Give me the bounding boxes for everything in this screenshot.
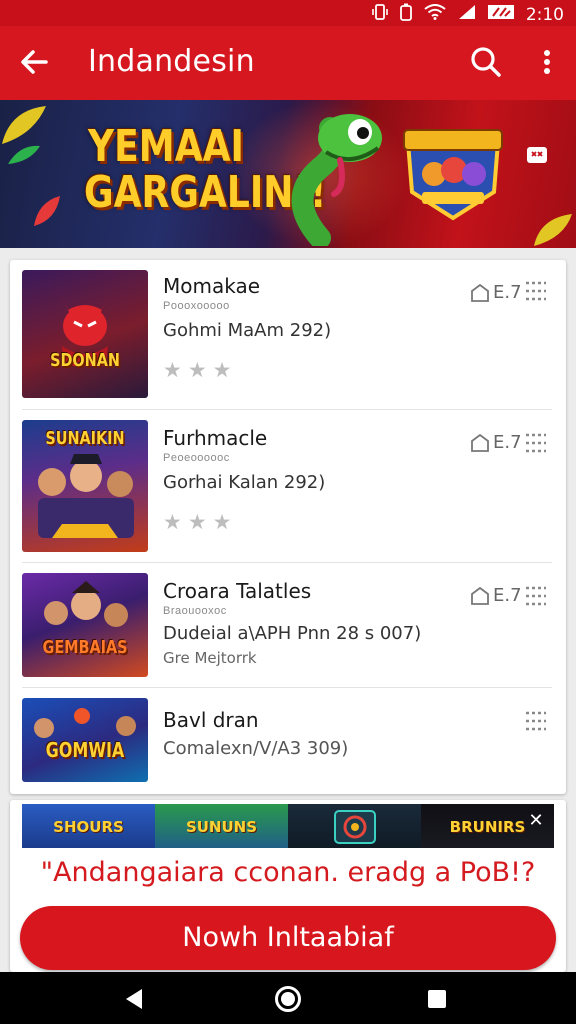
leaf-decoration-icon [2, 106, 46, 164]
list-item[interactable]: SDONAN Momakae Poooxooooo Gohmi MaAm 292… [10, 260, 566, 410]
snake-mascot-icon [291, 114, 382, 246]
ad-banner: SHOURS SUNUNS BRUNIRS ✕ "Andangaiara cco… [10, 800, 566, 972]
home-outline-icon [471, 586, 489, 605]
ad-tile [288, 804, 421, 850]
star-icon: ★ [212, 359, 232, 382]
system-nav-bar [0, 972, 576, 1024]
target-emblem-icon [333, 810, 376, 844]
rating-stars: ★ ★ ★ [163, 510, 231, 535]
warriors-group-icon [44, 581, 128, 627]
ad-prompt-text: "Andangaiara cconan. eradg a PoB!? [10, 848, 566, 898]
app-publisher: Gre Mejtorrk [163, 649, 257, 667]
app-list: SDONAN Momakae Poooxooooo Gohmi MaAm 292… [10, 260, 566, 794]
list-item[interactable]: SUNAIKIN Furhmacle Peoeoooooc Gorhai Kal… [10, 410, 566, 563]
leaf-decoration-icon [34, 196, 60, 226]
nav-home-icon[interactable] [275, 986, 301, 1012]
battery-saver-icon [399, 3, 412, 26]
size-indicator: E.7 [470, 585, 522, 606]
item-menu-icon[interactable] [524, 432, 548, 454]
signal-icon [458, 4, 476, 25]
app-title: Furhmacle [163, 426, 268, 450]
install-button[interactable]: Nowh Inltaabiaf [20, 906, 556, 970]
app-title: Bavl dran [163, 708, 259, 732]
size-indicator: E.7 [470, 282, 522, 303]
game-emblem-icon [403, 129, 503, 221]
banner-title: YEMAAI GARGALIN!! [84, 121, 327, 219]
page-title: Indandesin [88, 44, 255, 79]
vibrate-icon [372, 4, 388, 25]
more-options-button[interactable] [532, 42, 562, 82]
app-subtitle: Braouooxoc [163, 605, 227, 617]
app-bar: Indandesin [0, 26, 576, 100]
app-title: Croara Talatles [163, 579, 312, 603]
wifi-icon [424, 4, 446, 25]
item-menu-icon[interactable] [524, 585, 548, 607]
heroes-group-icon [38, 454, 134, 538]
item-menu-icon[interactable] [524, 710, 548, 732]
app-description: Dudeial a\APH Pnn 28 s 007) [163, 623, 422, 644]
app-description: Gohmi MaAm 292) [163, 320, 332, 341]
star-icon: ★ [187, 511, 207, 534]
ad-image-strip[interactable]: SHOURS SUNUNS BRUNIRS [22, 804, 554, 850]
status-bar: 2:10 [0, 0, 576, 26]
search-icon [471, 47, 501, 77]
star-icon: ★ [163, 359, 182, 382]
ad-badge-icon[interactable] [526, 146, 548, 164]
app-subtitle: Poooxooooo [163, 300, 230, 312]
arrow-left-icon [21, 50, 48, 74]
nav-recents-icon[interactable] [428, 990, 446, 1008]
search-button[interactable] [466, 42, 506, 82]
app-description: Gorhai Kalan 292) [163, 472, 326, 493]
more-vert-icon [544, 50, 550, 74]
list-item[interactable]: GEMBAIAS Croara Talatles Braouooxoc Dude… [10, 563, 566, 688]
app-thumbnail: GOMWIA [22, 698, 148, 782]
app-subtitle: Peoeoooooc [163, 452, 230, 464]
home-outline-icon [471, 433, 489, 452]
promo-banner[interactable]: YEMAAI GARGALIN!! [0, 100, 576, 248]
app-thumbnail: SDONAN [22, 270, 148, 398]
app-thumbnail: SUNAIKIN [22, 420, 148, 552]
status-time: 2:10 [525, 4, 564, 25]
leaf-decoration-icon [534, 214, 572, 246]
app-thumbnail: GEMBAIAS [22, 573, 148, 677]
app-title: Momakae [163, 274, 261, 298]
rating-stars: ★ ★ ★ [163, 358, 231, 383]
star-icon: ★ [187, 359, 207, 382]
star-icon: ★ [163, 511, 182, 534]
close-icon[interactable]: ✕ [524, 808, 548, 832]
ad-tile: SHOURS [22, 804, 155, 850]
app-description: Comalexn/V/A3 309) [163, 738, 349, 759]
network-badge-icon [487, 4, 514, 25]
item-menu-icon[interactable] [524, 280, 548, 302]
home-outline-icon [471, 283, 489, 302]
devil-mascot-icon [60, 292, 110, 366]
list-item[interactable]: GOMWIA Bavl dran Comalexn/V/A3 309) [10, 688, 566, 794]
star-icon: ★ [212, 511, 232, 534]
back-button[interactable] [14, 42, 54, 82]
size-indicator: E.7 [470, 432, 522, 453]
ad-tile: SUNUNS [155, 804, 288, 850]
nav-back-icon[interactable] [124, 988, 144, 1010]
